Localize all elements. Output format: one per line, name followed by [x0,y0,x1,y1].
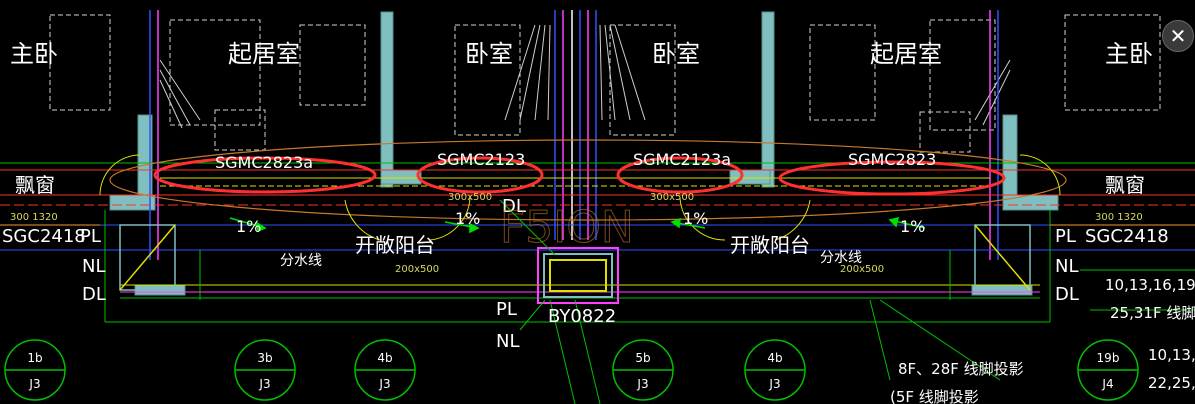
room-living-right: 起居室 [870,40,942,68]
grid-marker-top: 19b [1097,351,1120,365]
grid-marker-bottom: J3 [258,377,270,391]
dim-left: 300 1320 [10,212,58,223]
dim-right: 300 1320 [1095,212,1143,223]
grid-marker-top: 3b [257,351,272,365]
slope-1: 1% [236,217,261,236]
open-balcony-right: 开敞阳台 [730,233,810,257]
pipe-nl-center: NL [496,331,520,352]
grid-marker-bottom: J3 [378,377,390,391]
beam-mid-left: 300x500 [448,192,492,203]
room-bedroom-mid-right: 卧室 [652,40,700,68]
room-master-right: 主卧 [1105,40,1153,68]
grid-marker-bottom: J3 [768,377,780,391]
door-label-sgmc-1: SGMC2823a [215,153,313,172]
split-line-left: 分水线 [280,253,322,269]
room-bedroom-mid-left: 卧室 [465,40,513,68]
room-living-left: 起居室 [228,40,300,68]
window-label-right: SGC2418 [1085,226,1169,247]
window-label-left: SGC2418 [2,226,86,247]
slope-3: 1% [683,209,708,228]
grid-marker-top: 1b [27,351,42,365]
slope-2: 1% [455,209,480,228]
pipe-nl-right: NL [1055,256,1079,277]
close-button[interactable]: ✕ [1162,20,1194,52]
projection-8-28: 8F、28F 线脚投影 [898,360,1024,378]
beam-left: 200x500 [395,264,439,275]
grid-marker-top: 4b [377,351,392,365]
grid-marker-bottom: J3 [636,377,648,391]
pipe-nl-left: NL [82,256,106,277]
floor-note-right-2: 25,31F 线脚投 [1110,304,1195,322]
pipe-pl-center: PL [496,299,517,320]
by-label: BY0822 [548,306,616,327]
grid-marker-bottom: J4 [1101,377,1113,391]
watermark: F5ION [500,202,634,253]
grid-marker-top: 4b [767,351,782,365]
room-master-left: 主卧 [10,40,58,68]
pipe-dl-left: DL [82,284,106,305]
door-label-sgmc-3: SGMC2123a [633,150,731,169]
pipe-pl-right: PL [1055,226,1076,247]
door-label-sgmc-4: SGMC2823 [848,150,936,169]
grid-marker-top: 5b [635,351,650,365]
bottom-right-1: 10,13,16 [1148,346,1195,364]
beam-mid-right: 300x500 [650,192,694,203]
floor-note-right-1: 10,13,16,19,22 [1105,276,1195,294]
room-bay-left: 飘窗 [15,173,55,197]
room-bay-right: 飘窗 [1105,173,1145,197]
projection-bottom: (5F 线脚投影 [890,388,979,404]
open-balcony-left: 开敞阳台 [355,233,435,257]
beam-right: 200x500 [840,264,884,275]
bottom-right-2: 22,25,3 [1148,374,1195,392]
cad-drawing-canvas: 1b J3 3b J3 4b J3 5b J3 4b J3 19b J4 主卧 起居室 卧室 卧室 起… [0,0,1195,404]
grid-marker-bottom: J3 [28,377,40,391]
pipe-dl-right: DL [1055,284,1079,305]
pipe-pl-left: PL [80,226,101,247]
door-label-sgmc-2: SGMC2123 [437,150,525,169]
slope-4: 1% [900,217,925,236]
